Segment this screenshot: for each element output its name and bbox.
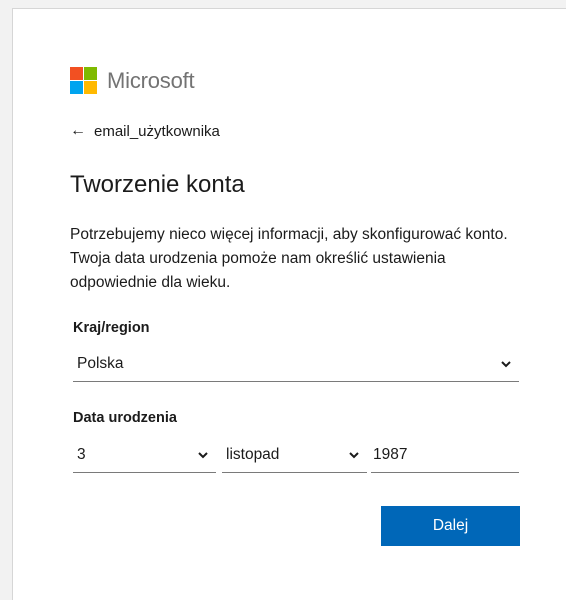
back-email-label[interactable]: email_użytkownika (94, 123, 220, 140)
chevron-down-icon (347, 448, 361, 462)
country-label: Kraj/region (73, 320, 150, 336)
page-description: Potrzebujemy nieco więcej informacji, ab… (70, 226, 508, 291)
country-select[interactable]: Polska (73, 346, 519, 382)
year-input[interactable]: 1987 (371, 437, 519, 473)
chevron-down-icon (499, 357, 513, 371)
signup-card: Microsoft ← email_użytkownika Tworzenie … (12, 8, 566, 600)
brand-name: Microsoft (107, 67, 195, 93)
microsoft-logo-icon (70, 67, 97, 94)
page-title: Tworzenie konta (70, 171, 245, 198)
microsoft-logo: Microsoft (70, 67, 195, 94)
chevron-down-icon (196, 448, 210, 462)
birthdate-label: Data urodzenia (73, 410, 177, 426)
month-value: listopad (226, 445, 280, 463)
next-button[interactable]: Dalej (381, 506, 520, 546)
day-select[interactable]: 3 (73, 437, 216, 473)
country-value: Polska (77, 354, 124, 372)
back-arrow-icon[interactable]: ← (70, 122, 86, 140)
day-value: 3 (77, 445, 86, 463)
year-value: 1987 (373, 445, 408, 463)
month-select[interactable]: listopad (222, 437, 367, 473)
back-link[interactable]: ← email_użytkownika (70, 122, 220, 140)
